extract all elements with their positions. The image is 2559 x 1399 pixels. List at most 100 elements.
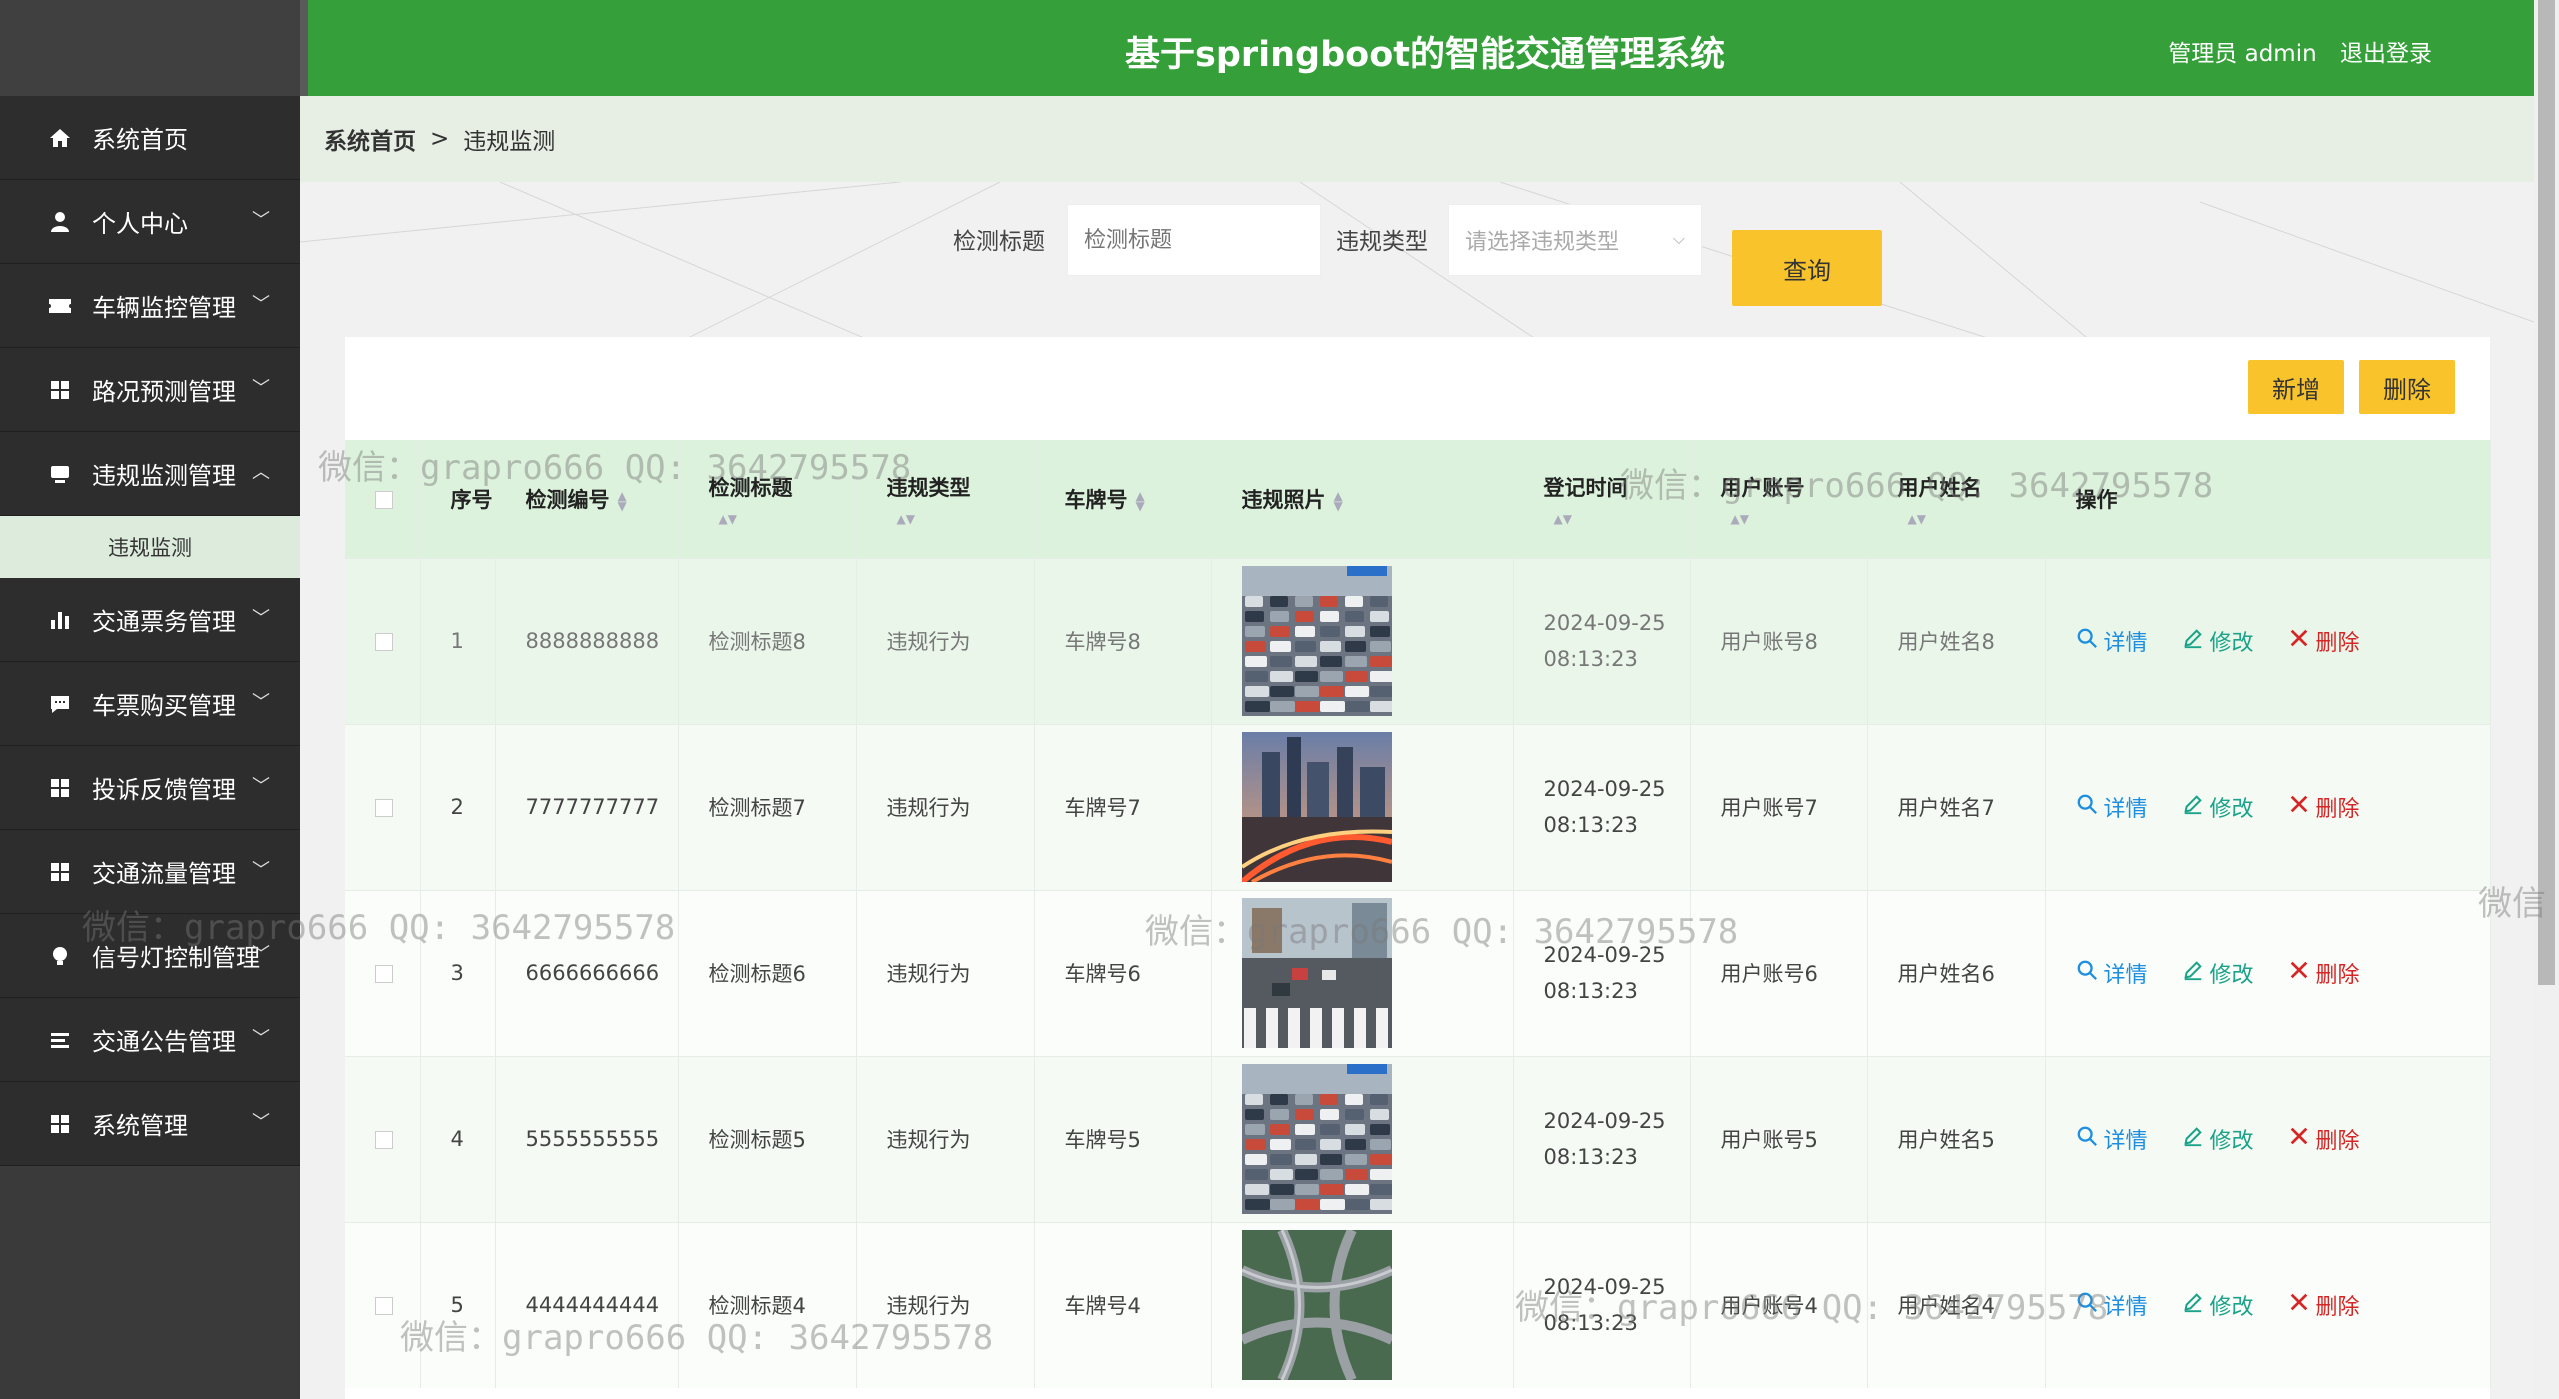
sidebar-item-label: 路况预测管理 — [92, 378, 236, 406]
chevron-down-icon: ﹀ — [252, 692, 270, 713]
sidebar-item-0[interactable]: 系统首页 — [0, 96, 300, 180]
sidebar-item-1[interactable]: 个人中心 ﹀ — [0, 180, 300, 264]
violation-photo[interactable] — [1241, 566, 1513, 716]
violation-type-select[interactable]: 请选择违规类型 ⌵ — [1448, 204, 1702, 276]
detail-button[interactable]: 详情 — [2076, 957, 2148, 989]
header-type-label: 违规类型 — [886, 475, 971, 500]
table-header-row: 序号 检测编号 ▲ ▼ 检测标题 ▲▼ 违规类型 ▲▼ 车牌号 ▲ ▼ 违规照片 ▲ ▼ 登记时… — [345, 440, 2491, 558]
sort-icon[interactable]: ▲▼ — [1136, 490, 1145, 512]
edit-button[interactable]: 修改 — [2182, 957, 2254, 989]
edit-button[interactable]: 修改 — [2182, 1123, 2254, 1155]
time-date: 2024-09-25 — [1543, 777, 1666, 801]
cell-plate: 车牌号6 — [1034, 889, 1212, 1056]
edit-label: 修改 — [2209, 1129, 2254, 1154]
header-type[interactable]: 违规类型 ▲▼ — [856, 440, 1035, 558]
search-title-input[interactable] — [1067, 204, 1321, 276]
cell-actions: 详情 修改 删除 — [2045, 889, 2491, 1056]
sidebar-menu: 系统首页 个人中心 ﹀ 车辆监控管理 ﹀ 路况预测管理 ﹀ 违规监测管理 ︿ 违规监测 交通票务管理… — [0, 96, 300, 1166]
detail-button[interactable]: 详情 — [2076, 1123, 2148, 1155]
header-account[interactable]: 用户账号 ▲▼ — [1690, 440, 1868, 558]
row-checkbox[interactable] — [375, 965, 393, 983]
sidebar-item-4[interactable]: 违规监测管理 ︿ — [0, 432, 300, 516]
search-title-label: 检测标题 — [953, 229, 1045, 255]
bar-chart-icon — [46, 606, 74, 634]
sidebar-item-5[interactable]: 交通票务管理 ﹀ — [0, 578, 300, 662]
header-photo[interactable]: 违规照片 ▲ ▼ — [1211, 440, 1514, 558]
delete-button[interactable]: 删除 — [2288, 791, 2360, 823]
sidebar-item-label: 交通公告管理 — [92, 1028, 236, 1056]
row-checkbox[interactable] — [375, 633, 393, 651]
detail-label: 详情 — [2103, 1295, 2148, 1321]
sidebar-item-11[interactable]: 系统管理 ﹀ — [0, 1082, 300, 1166]
sort-icon[interactable]: ▲▼ — [618, 490, 627, 512]
table-row: 3 6666666666 检测标题6 违规行为 车牌号6 2024-09-25 08:13:… — [345, 889, 2491, 1056]
time-date: 2024-09-25 — [1543, 1275, 1666, 1300]
row-select-cell — [345, 889, 421, 1056]
query-button[interactable]: 查询 — [1732, 230, 1882, 306]
row-checkbox[interactable] — [375, 799, 393, 817]
header-plate[interactable]: 车牌号 ▲ ▼ — [1034, 440, 1212, 558]
search-icon — [2076, 1291, 2104, 1319]
header-index: 序号 — [420, 440, 496, 558]
user-icon — [46, 208, 74, 236]
sort-icon[interactable]: ▲▼ — [887, 512, 1034, 526]
header-title[interactable]: 检测标题 ▲▼ — [678, 440, 857, 558]
delete-button[interactable]: 删除 — [2288, 625, 2360, 657]
logout-link[interactable]: 退出登录 — [2340, 41, 2432, 67]
cell-name: 用户姓名4 — [1867, 1221, 2046, 1388]
cell-name: 用户姓名7 — [1867, 723, 2046, 890]
sidebar-item-7[interactable]: 投诉反馈管理 ﹀ — [0, 746, 300, 830]
violation-photo[interactable] — [1241, 1230, 1513, 1381]
sidebar-item-label: 信号灯控制管理 — [92, 944, 260, 972]
cell-time: 2024-09-25 08:13:23 — [1513, 1221, 1691, 1388]
cell-title: 检测标题4 — [678, 1221, 857, 1388]
sidebar-item-2[interactable]: 车辆监控管理 ﹀ — [0, 264, 300, 348]
row-checkbox[interactable] — [375, 1131, 393, 1149]
edit-button[interactable]: 修改 — [2182, 625, 2254, 657]
sidebar-item-label: 交通流量管理 — [92, 860, 236, 888]
violation-photo[interactable] — [1241, 1064, 1513, 1214]
detail-button[interactable]: 详情 — [2076, 1289, 2148, 1321]
sort-icon[interactable]: ▲▼ — [709, 512, 856, 526]
delete-button[interactable]: 删除 — [2288, 957, 2360, 989]
add-button[interactable]: 新增 — [2248, 360, 2344, 414]
edit-button[interactable]: 修改 — [2182, 1289, 2254, 1321]
sidebar-item-6[interactable]: 车票购买管理 ﹀ — [0, 662, 300, 746]
select-all-cell — [345, 440, 421, 558]
delete-button[interactable]: 删除 — [2288, 1123, 2360, 1155]
submenu-item-active[interactable]: 违规监测 — [0, 516, 300, 578]
cell-title: 检测标题8 — [678, 557, 857, 724]
cell-time: 2024-09-25 08:13:23 — [1513, 557, 1691, 724]
cell-plate: 车牌号4 — [1034, 1221, 1212, 1388]
header-time[interactable]: 登记时间 ▲▼ — [1513, 440, 1691, 558]
delete-button[interactable]: 删除 — [2288, 1289, 2360, 1321]
row-checkbox[interactable] — [375, 1297, 393, 1316]
cell-account: 用户账号5 — [1690, 1055, 1868, 1222]
page-scrollbar[interactable] — [2534, 0, 2559, 1399]
search-icon — [2076, 627, 2104, 655]
scrollbar-thumb[interactable] — [2538, 0, 2555, 985]
sidebar-item-8[interactable]: 交通流量管理 ﹀ — [0, 830, 300, 914]
header-name[interactable]: 用户姓名 ▲▼ — [1867, 440, 2046, 558]
violation-photo[interactable] — [1241, 732, 1513, 882]
delete-selected-button[interactable]: 删除 — [2359, 360, 2455, 414]
sort-icon[interactable]: ▲▼ — [1898, 512, 2045, 526]
delete-label: 删除 — [2315, 1295, 2360, 1321]
breadcrumb-home[interactable]: 系统首页 — [324, 122, 416, 156]
cell-code: 7777777777 — [495, 723, 679, 890]
sidebar-item-9[interactable]: 信号灯控制管理 ﹀ — [0, 914, 300, 998]
sort-icon[interactable]: ▲▼ — [1544, 512, 1690, 526]
detail-button[interactable]: 详情 — [2076, 791, 2148, 823]
sidebar-item-10[interactable]: 交通公告管理 ﹀ — [0, 998, 300, 1082]
sort-icon[interactable]: ▲▼ — [1721, 512, 1867, 526]
edit-button[interactable]: 修改 — [2182, 791, 2254, 823]
table-panel: 新增 删除 序号 检测编号 ▲ ▼ 检测标题 ▲▼ 违规类型 ▲▼ 车牌号 ▲ ▼ 违规照片… — [345, 337, 2491, 1399]
select-all-checkbox[interactable] — [375, 490, 393, 509]
edit-label: 修改 — [2209, 963, 2254, 988]
violation-photo[interactable] — [1241, 898, 1513, 1048]
sidebar-item-3[interactable]: 路况预测管理 ﹀ — [0, 348, 300, 432]
detail-button[interactable]: 详情 — [2076, 625, 2148, 657]
header-code[interactable]: 检测编号 ▲ ▼ — [495, 440, 679, 558]
search-icon — [2076, 793, 2104, 821]
sort-icon[interactable]: ▲▼ — [1334, 490, 1343, 512]
